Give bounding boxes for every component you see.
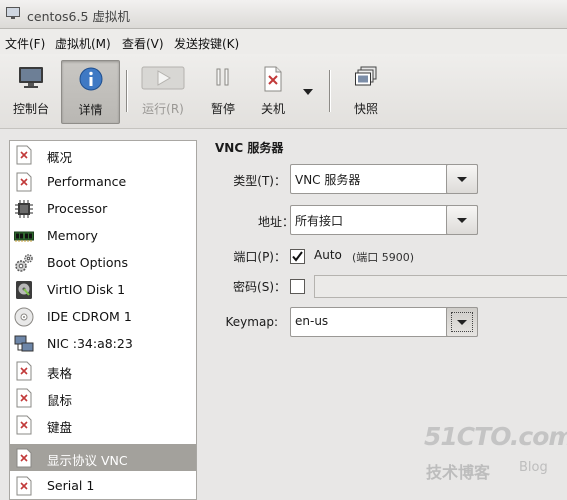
sidebar-item-label: Processor bbox=[47, 201, 108, 216]
toolbar-separator-2 bbox=[329, 70, 330, 112]
menu-view[interactable]: 查看(V) bbox=[122, 35, 164, 52]
window-app-icon bbox=[6, 7, 20, 19]
keymap-combo[interactable]: en-us bbox=[290, 307, 478, 337]
snapshot-icon bbox=[355, 66, 377, 86]
pause-button[interactable]: 暂停 bbox=[202, 60, 244, 122]
sidebar-item-virtio-disk[interactable]: VirtIO Disk 1 bbox=[10, 276, 196, 303]
menu-vm[interactable]: 虚拟机(M) bbox=[55, 35, 111, 52]
sidebar-item-label: Memory bbox=[47, 228, 98, 243]
sidebar-item-tablet[interactable]: 表格 bbox=[10, 357, 196, 384]
gears-icon bbox=[15, 254, 33, 272]
window-titlebar: centos6.5 虚拟机 bbox=[0, 0, 567, 29]
watermark-sub: 技术博客 bbox=[426, 463, 491, 482]
ram-module-icon bbox=[14, 231, 34, 242]
type-dropdown-button[interactable] bbox=[446, 164, 478, 194]
shutdown-label: 关机 bbox=[260, 102, 285, 116]
sidebar-item-label: Performance bbox=[47, 174, 127, 189]
pause-icon bbox=[216, 68, 229, 86]
sidebar-item-nic[interactable]: NIC :34:a8:23 bbox=[10, 330, 196, 357]
generic-doc-icon bbox=[16, 388, 32, 408]
sidebar-item-label: 键盘 bbox=[47, 420, 73, 435]
address-combo[interactable]: 所有接口 bbox=[290, 205, 478, 235]
sidebar-item-label: 显示协议 VNC bbox=[47, 453, 128, 468]
port-auto-text: Auto bbox=[314, 248, 342, 262]
chevron-down-icon bbox=[457, 218, 467, 223]
keymap-dropdown-button[interactable] bbox=[446, 307, 478, 337]
password-checkbox[interactable] bbox=[290, 279, 305, 294]
sidebar-item-ide-cdrom[interactable]: IDE CDROM 1 bbox=[10, 303, 196, 330]
keymap-value: en-us bbox=[295, 314, 329, 328]
checkmark-icon bbox=[292, 251, 303, 262]
watermark-site: 51CTO.com bbox=[424, 422, 567, 451]
chevron-down-icon bbox=[457, 320, 467, 325]
sidebar-item-mouse[interactable]: 鼠标 bbox=[10, 384, 196, 411]
console-button[interactable]: 控制台 bbox=[5, 60, 57, 122]
sidebar-item-serial[interactable]: Serial 1 bbox=[10, 472, 196, 499]
console-label: 控制台 bbox=[12, 102, 49, 116]
details-button[interactable]: 详情 bbox=[61, 60, 120, 124]
snapshot-button[interactable]: 快照 bbox=[344, 60, 388, 122]
run-label: 运行(R) bbox=[142, 102, 184, 116]
type-label: 类型(T)： bbox=[233, 174, 286, 188]
menu-send-key[interactable]: 发送按键(K) bbox=[174, 35, 239, 52]
shutdown-dropdown-icon[interactable] bbox=[303, 89, 313, 95]
shutdown-icon bbox=[264, 66, 282, 92]
section-title: VNC 服务器 bbox=[215, 141, 284, 155]
generic-doc-icon bbox=[16, 361, 32, 381]
watermark: 51CTO.com 技术博客 Blog bbox=[424, 422, 567, 482]
menu-file[interactable]: 文件(F) bbox=[5, 35, 45, 52]
generic-doc-icon bbox=[16, 415, 32, 435]
sidebar-item-label: 表格 bbox=[47, 366, 73, 381]
toolbar-separator bbox=[126, 70, 127, 112]
generic-doc-icon bbox=[16, 145, 32, 165]
hard-disk-icon bbox=[16, 281, 32, 299]
address-dropdown-button[interactable] bbox=[446, 205, 478, 235]
sidebar-item-boot-options[interactable]: Boot Options bbox=[10, 249, 196, 276]
snapshot-label: 快照 bbox=[353, 102, 378, 116]
port-info-text: (端口 5900) bbox=[352, 251, 415, 264]
cpu-chip-icon bbox=[15, 200, 33, 218]
keymap-label: Keymap: bbox=[225, 315, 278, 329]
monitor-icon bbox=[19, 67, 43, 88]
toolbar: 控制台 详情 运行(R) 暂停 关机 快照 bbox=[0, 54, 567, 129]
port-label: 端口(P)： bbox=[233, 250, 286, 264]
watermark-blog: Blog bbox=[519, 460, 548, 475]
sidebar-item-label: Boot Options bbox=[47, 255, 128, 270]
run-button[interactable]: 运行(R) bbox=[136, 60, 190, 122]
generic-doc-icon bbox=[16, 172, 32, 192]
sidebar-item-display-vnc[interactable]: 显示协议 VNC bbox=[10, 444, 196, 471]
play-icon bbox=[141, 66, 185, 90]
type-value: VNC 服务器 bbox=[295, 173, 361, 187]
hardware-list: 概况 Performance Processor Memory Boot Opt… bbox=[9, 140, 197, 500]
info-icon bbox=[79, 67, 102, 91]
address-value: 所有接口 bbox=[295, 214, 344, 228]
sidebar-item-label: VirtIO Disk 1 bbox=[47, 282, 126, 297]
port-auto-checkbox[interactable] bbox=[290, 249, 305, 264]
pause-label: 暂停 bbox=[210, 102, 235, 116]
sidebar-item-processor[interactable]: Processor bbox=[10, 195, 196, 222]
password-label: 密码(S)： bbox=[233, 280, 286, 294]
sidebar-item-label: 概况 bbox=[47, 150, 73, 165]
sidebar-item-keyboard[interactable]: 键盘 bbox=[10, 411, 196, 438]
shutdown-button[interactable]: 关机 bbox=[252, 60, 294, 122]
sidebar-item-label: NIC :34:a8:23 bbox=[47, 336, 133, 351]
sidebar-item-overview[interactable]: 概况 bbox=[10, 141, 196, 168]
address-label: 地址： bbox=[257, 215, 294, 229]
sidebar-item-memory[interactable]: Memory bbox=[10, 222, 196, 249]
sidebar-item-label: IDE CDROM 1 bbox=[47, 309, 132, 324]
generic-doc-icon bbox=[16, 448, 32, 468]
cdrom-icon bbox=[14, 307, 34, 327]
window-title: centos6.5 虚拟机 bbox=[27, 9, 130, 24]
type-combo[interactable]: VNC 服务器 bbox=[290, 164, 478, 194]
password-field[interactable] bbox=[314, 275, 567, 298]
details-label: 详情 bbox=[78, 103, 103, 117]
sidebar-item-label: 鼠标 bbox=[47, 393, 73, 408]
network-icon bbox=[14, 335, 34, 352]
generic-doc-icon bbox=[16, 476, 32, 496]
sidebar-item-label: Serial 1 bbox=[47, 478, 95, 493]
menu-bar: 文件(F) 虚拟机(M) 查看(V) 发送按键(K) bbox=[0, 29, 567, 54]
chevron-down-icon bbox=[457, 177, 467, 182]
sidebar-item-performance[interactable]: Performance bbox=[10, 168, 196, 195]
